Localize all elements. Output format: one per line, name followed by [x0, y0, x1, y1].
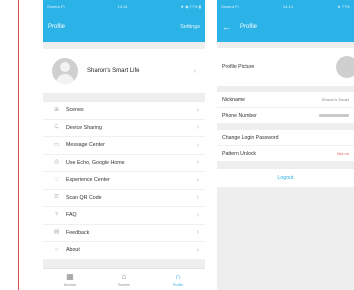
chevron-right-icon: › [196, 159, 199, 167]
chevron-right-icon: › [196, 229, 199, 237]
nickname-row[interactable]: Nickname Sharon's Smart [217, 92, 354, 108]
menu-item-message-center[interactable]: ▭ Message Center › [43, 137, 205, 155]
faq-icon: ? [54, 211, 59, 218]
menu-item-scenes[interactable]: ⊞ Scenes › [43, 102, 205, 120]
pattern-unlock-row[interactable]: Pattern Unlock Not on [217, 146, 354, 162]
page-title: Profile [240, 24, 258, 30]
account-info-group: Nickname Sharon's Smart Phone Number [217, 92, 354, 124]
profile-menu: ⊞ Scenes › ⮎ Device Sharing › ▭ Message … [43, 102, 205, 260]
profile-home-screen: Sonera FI 14:14 ★ ◉ 77% ▮ Profile Settin… [43, 0, 205, 290]
menu-item-label: Experience Center [66, 177, 110, 184]
pattern-unlock-label: Pattern Unlock [222, 150, 257, 157]
security-group: Change Login Password Pattern Unlock Not… [217, 130, 354, 162]
message-icon: ▭ [53, 141, 60, 148]
margin-rule [18, 0, 19, 290]
scenes-icon: ⊞ [54, 106, 59, 113]
about-icon: ○ [54, 246, 59, 253]
nickname-value: Sharon's Smart [321, 97, 349, 102]
back-arrow-icon[interactable]: ← [222, 22, 231, 32]
settings-link[interactable]: Settings [180, 24, 200, 30]
tab-profile[interactable]: ∩ Profile [151, 269, 205, 290]
profile-detail-screen: Sonera FI 14:14 ★ 77% ← Profile Profile … [217, 0, 354, 290]
menu-item-label: Device Sharing [66, 124, 102, 131]
phone-number-row[interactable]: Phone Number [217, 108, 354, 124]
logout-button[interactable]: Logout [217, 169, 354, 187]
change-password-row[interactable]: Change Login Password [217, 130, 354, 146]
chevron-right-icon: › [196, 124, 199, 132]
clock-text: 14:14 [117, 3, 128, 9]
menu-item-label: FAQ [66, 212, 77, 219]
tab-label: Devices [63, 282, 77, 287]
status-bar: Sonera FI 14:14 ★ 77% [217, 0, 354, 12]
status-icons: ★ 77% [337, 3, 350, 9]
devices-icon: ▦ [66, 271, 74, 281]
menu-item-device-sharing[interactable]: ⮎ Device Sharing › [43, 120, 205, 137]
change-password-label: Change Login Password [222, 134, 279, 141]
chevron-right-icon: › [196, 106, 199, 114]
menu-item-label: Scenes [66, 107, 84, 114]
menu-item-echo-google-home[interactable]: ◎ Use Echo, Google Home › [43, 155, 205, 172]
voice-assistant-icon: ◎ [54, 159, 59, 165]
experience-icon: ♡ [54, 176, 59, 183]
app-bar: Profile Settings [43, 12, 205, 42]
profile-icon: ∩ [175, 271, 181, 281]
menu-item-faq[interactable]: ? FAQ › [43, 207, 205, 225]
status-bar: Sonera FI 14:14 ★ ◉ 77% ▮ [43, 0, 205, 12]
chevron-right-icon: › [196, 211, 199, 219]
menu-item-label: Use Echo, Google Home [66, 159, 125, 166]
avatar [52, 58, 78, 84]
feedback-icon: ▤ [53, 229, 60, 235]
tab-label: Profile [173, 282, 183, 287]
status-icons: ★ ◉ 77% ▮ [180, 3, 201, 9]
home-icon: ⌂ [121, 271, 127, 281]
menu-item-label: Scan QR Code [66, 194, 102, 201]
menu-item-label: Feedback [66, 229, 90, 236]
phone-number-redacted [319, 114, 349, 117]
carrier-text: Sonera FI [47, 3, 65, 9]
tab-bar: ▦ Devices ⌂ Scenes ∩ Profile [43, 268, 205, 290]
share-icon: ⮎ [54, 124, 59, 130]
menu-item-scan-qr[interactable]: ☰ Scan QR Code › [43, 190, 205, 207]
menu-item-label: About [66, 247, 80, 254]
avatar [336, 56, 354, 78]
profile-picture-label: Profile Picture [222, 64, 255, 70]
page-title: Profile [48, 24, 66, 30]
tab-devices[interactable]: ▦ Devices [43, 269, 97, 290]
pattern-unlock-status: Not on [337, 151, 349, 156]
qr-scan-icon: ☰ [54, 194, 59, 200]
menu-item-about[interactable]: ○ About › [43, 242, 205, 260]
phone-number-label: Phone Number [222, 112, 257, 119]
menu-item-label: Message Center [66, 142, 105, 149]
profile-name: Sharon's Smart Life [87, 68, 140, 74]
carrier-text: Sonera FI [221, 3, 239, 9]
chevron-right-icon: › [196, 246, 199, 254]
chevron-right-icon: › [196, 176, 199, 184]
chevron-right-icon: › [196, 194, 199, 202]
chevron-right-icon: › [196, 141, 199, 149]
profile-card[interactable]: Sharon's Smart Life › [43, 49, 205, 93]
menu-item-experience-center[interactable]: ♡ Experience Center › [43, 172, 205, 190]
app-bar-left: ← Profile [222, 22, 258, 32]
chevron-right-icon: › [193, 67, 196, 75]
tab-scenes[interactable]: ⌂ Scenes [97, 269, 151, 290]
menu-item-feedback[interactable]: ▤ Feedback › [43, 225, 205, 242]
clock-text: 14:14 [282, 3, 293, 9]
app-bar: ← Profile [217, 12, 354, 42]
profile-picture-row[interactable]: Profile Picture [217, 48, 354, 86]
nickname-label: Nickname [222, 96, 246, 103]
tab-label: Scenes [118, 282, 130, 287]
